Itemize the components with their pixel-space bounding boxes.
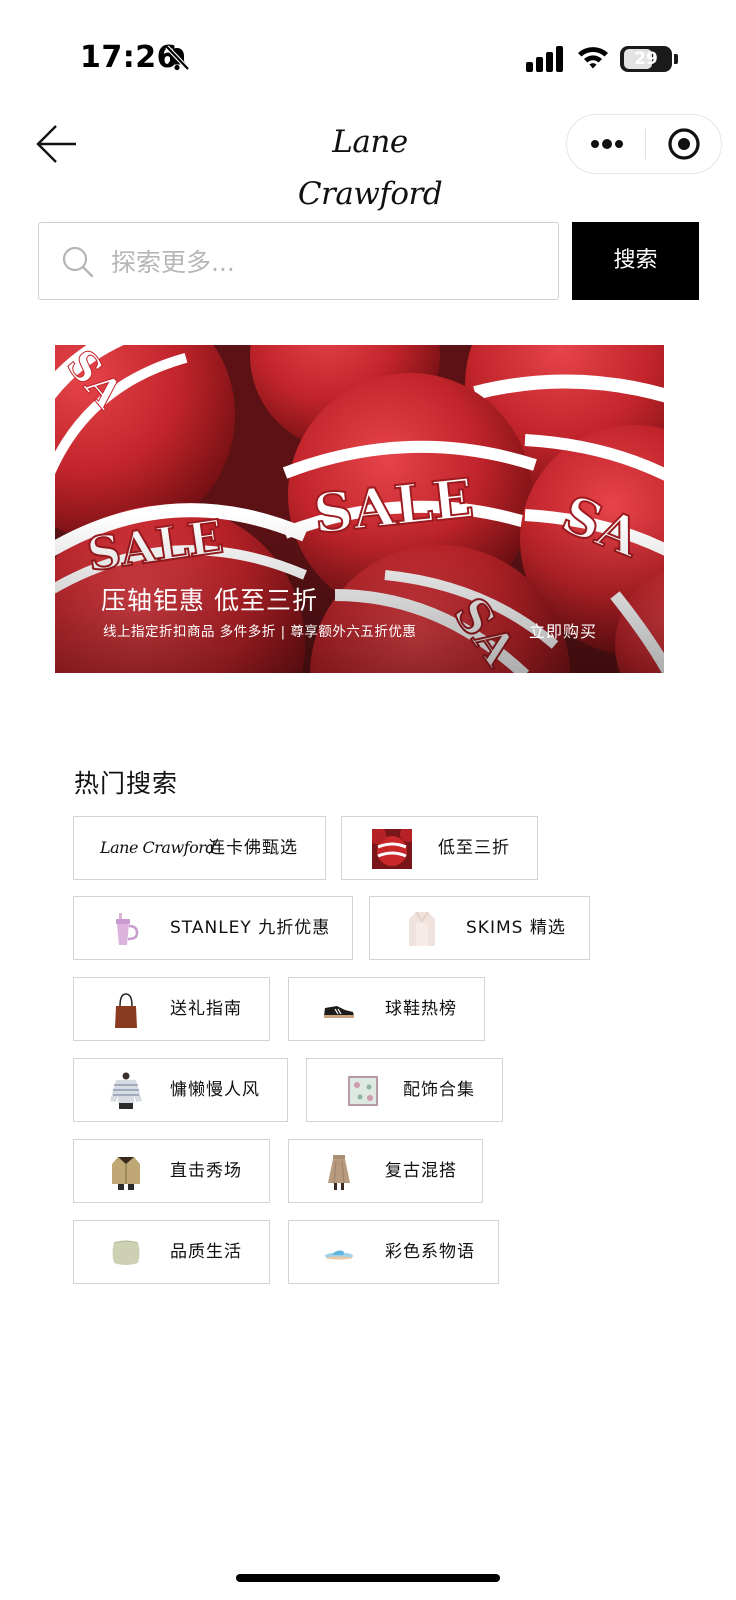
- hot-search-chip-runway[interactable]: 直击秀场: [73, 1139, 270, 1203]
- chip-label: 品质生活: [170, 1242, 242, 1262]
- hot-search-chip-quality-living[interactable]: 品质生活: [73, 1220, 270, 1284]
- jacket-thumb: [112, 1157, 140, 1190]
- hot-search-chip-sale[interactable]: 低至三折: [341, 816, 538, 880]
- skirt-thumb: [328, 1155, 350, 1190]
- hot-search-chip-skims[interactable]: SKIMS 精选: [369, 896, 590, 960]
- hot-search-chip-vintage-mix[interactable]: 复古混搭: [288, 1139, 483, 1203]
- capsule-divider: [645, 129, 646, 159]
- hot-search-chip-colorful[interactable]: 彩色系物语: [288, 1220, 499, 1284]
- chip-label: 球鞋热榜: [385, 999, 457, 1019]
- cellular-signal-icon: [526, 46, 563, 72]
- chip-label: 直击秀场: [170, 1161, 242, 1181]
- battery-cap: [674, 54, 678, 64]
- hot-search-title: 热门搜索: [74, 769, 179, 798]
- bell-slash-icon: [165, 45, 190, 71]
- search-box[interactable]: [38, 222, 559, 300]
- search-input[interactable]: [111, 237, 541, 287]
- hot-search-chip-stanley[interactable]: STANLEY 九折优惠: [73, 896, 353, 960]
- home-indicator[interactable]: [236, 1574, 500, 1582]
- search-button[interactable]: 搜索: [572, 222, 699, 300]
- more-dots-icon[interactable]: [587, 131, 627, 157]
- status-bar: 17:26 29: [0, 0, 736, 100]
- chip-label: SKIMS 精选: [466, 918, 566, 938]
- hot-search-chip-accessories[interactable]: 配饰合集: [306, 1058, 503, 1122]
- handbag-thumb: [115, 993, 137, 1028]
- tumbler-thumb: [116, 913, 139, 945]
- lane-crawford-logo: Lane Crawford: [100, 838, 216, 857]
- sale-banner[interactable]: SA SALE SA SALE SA 压轴钜惠 低至三折 线上指定折扣商品 多件…: [55, 345, 664, 673]
- chip-label: 彩色系物语: [385, 1242, 475, 1262]
- cardigan-thumb: [409, 911, 435, 946]
- search-icon: [62, 246, 94, 278]
- chip-label: STANLEY 九折优惠: [170, 918, 331, 938]
- chip-label: 送礼指南: [170, 999, 242, 1019]
- chip-label: 复古混搭: [385, 1161, 457, 1181]
- scarf-thumb: [348, 1076, 378, 1106]
- banner-subtitle: 线上指定折扣商品 多件多折 | 尊享额外六五折优惠: [103, 624, 417, 640]
- chip-label: 低至三折: [438, 838, 510, 858]
- chip-label: 连卡佛甄选: [208, 838, 298, 858]
- arrow-left-icon[interactable]: [32, 120, 80, 168]
- chip-label: 慵懒慢人风: [170, 1080, 260, 1100]
- mini-program-capsule: [566, 114, 722, 174]
- wifi-icon: [578, 47, 608, 69]
- sneaker-thumb: [324, 1006, 354, 1018]
- banner-title: 压轴钜惠 低至三折: [101, 586, 318, 615]
- chip-label: 配饰合集: [403, 1080, 475, 1100]
- target-circle-icon[interactable]: [667, 127, 701, 161]
- battery-icon: 29: [620, 46, 672, 72]
- knit-sweater-thumb: [110, 1072, 142, 1109]
- battery-percentage: 29: [634, 49, 658, 69]
- hot-search-chip-lane-crawford[interactable]: Lane Crawford 连卡佛甄选: [73, 816, 326, 880]
- lane-crawford-logo: Lane Crawford: [297, 124, 443, 212]
- hot-search-chip-sneakers[interactable]: 球鞋热榜: [288, 977, 485, 1041]
- hot-search-chip-gift-guide[interactable]: 送礼指南: [73, 977, 270, 1041]
- slipper-thumb: [325, 1250, 353, 1260]
- pillow-thumb: [112, 1240, 140, 1265]
- hot-search-chip-lazy-style[interactable]: 慵懒慢人风: [73, 1058, 288, 1122]
- sale-ball-thumb: [372, 829, 412, 869]
- shop-now-link[interactable]: 立即购买: [529, 618, 597, 642]
